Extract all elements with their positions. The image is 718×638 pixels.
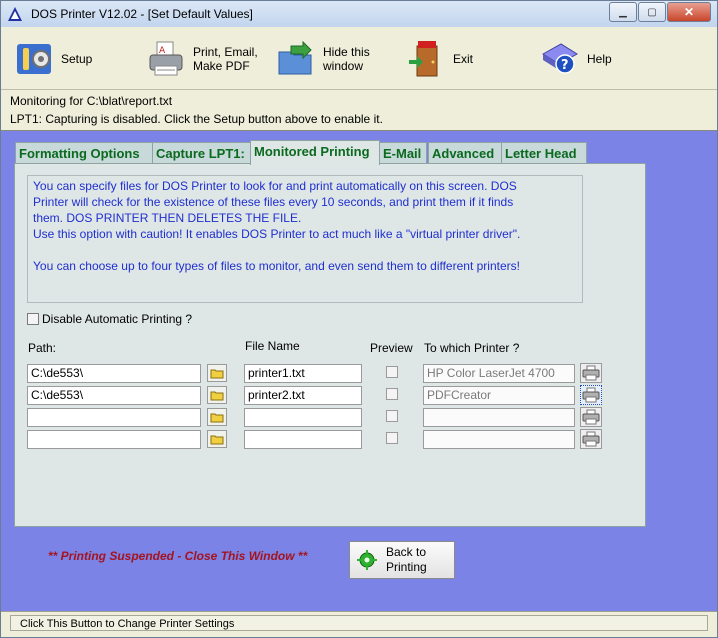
monitored-printing-panel: You can specify files for DOS Printer to… [14,163,646,527]
close-button[interactable]: ✕ [667,2,711,22]
minimize-icon: ▁ [619,6,627,18]
tab-monitored-printing[interactable]: Monitored Printing [250,140,380,165]
printer-select-1[interactable]: HP Color LaserJet 4700 [423,364,575,383]
filename-input-3[interactable] [244,408,362,427]
path-column-label: Path: [28,341,57,355]
disable-auto-printing-checkbox[interactable] [27,313,39,325]
svg-text:?: ? [561,58,569,73]
path-input-1[interactable]: C:\de553\ [27,364,201,383]
printer-column-label: To which Printer ? [424,341,520,355]
exit-label: Exit [453,52,474,66]
printer-icon [582,387,600,403]
print-label-line2: Make PDF [193,59,250,73]
printer-select-2[interactable]: PDFCreator [423,386,575,405]
title-bar[interactable]: DOS Printer V12.02 - [Set Default Values… [1,1,717,27]
path-input-4[interactable] [27,430,201,449]
tab-advanced[interactable]: Advanced [428,142,504,164]
close-icon: ✕ [683,5,695,19]
maximize-button[interactable]: ▢ [638,2,666,22]
folder-arrow-icon [278,40,312,75]
back-to-printing-button[interactable]: Back to Printing [349,541,455,579]
disable-auto-printing-label: Disable Automatic Printing ? [42,312,193,326]
printer-icon [582,431,600,447]
preview-checkbox-2[interactable] [386,388,398,400]
info-line-4: Use this option with caution! It enables… [33,227,521,241]
printing-suspended-notice: ** Printing Suspended - Close This Windo… [48,549,308,563]
filename-column-label: File Name [245,339,300,353]
print-label-line1: Print, Email, [193,45,258,59]
printer-select-4[interactable] [423,430,575,449]
path-input-3[interactable] [27,408,201,427]
help-book-icon: ? [542,43,578,74]
disable-auto-printing-row[interactable]: Disable Automatic Printing ? [27,312,192,326]
tab-email[interactable]: E-Mail [379,142,427,164]
folder-icon [210,369,224,379]
tab-letter-head[interactable]: Letter Head [501,142,587,164]
help-label: Help [587,52,612,66]
folder-icon [210,391,224,401]
exit-button[interactable]: Exit [407,37,473,81]
printer-pdf-icon: A [149,41,183,76]
back-label-line1: Back to [386,545,427,559]
filename-input-4[interactable] [244,430,362,449]
setup-button[interactable]: Setup [15,37,92,81]
preview-checkbox-1[interactable] [386,366,398,378]
preview-column-label: Preview [370,341,413,355]
tab-formatting-options[interactable]: Formatting Options [15,142,153,164]
browse-folder-button-2[interactable] [207,386,227,404]
hide-label-line1: Hide this [323,45,370,59]
status-area: Monitoring for C:\blat\report.txt LPT1: … [1,90,717,131]
browse-folder-button-3[interactable] [207,408,227,426]
choose-printer-button-2[interactable] [580,385,602,405]
exit-door-icon [409,41,438,77]
choose-printer-button-4[interactable] [580,429,602,449]
help-button[interactable]: ? Help [541,37,612,81]
preview-checkbox-4[interactable] [386,432,398,444]
info-line-3: them. DOS PRINTER THEN DELETES THE FILE. [33,211,302,225]
browse-folder-button-4[interactable] [207,430,227,448]
printer-select-3[interactable] [423,408,575,427]
printer-icon [582,409,600,425]
hide-label-line2: window [323,59,364,73]
folder-icon [210,413,224,423]
app-logo-icon [8,7,22,21]
back-label-line2: Printing [386,560,427,574]
info-line-5: You can choose up to four types of files… [33,259,520,273]
preview-checkbox-3[interactable] [386,410,398,422]
info-line-2: Printer will check for the existence of … [33,195,514,209]
print-email-pdf-button[interactable]: A Print, Email, Make PDF [147,37,258,81]
filename-input-1[interactable]: printer1.txt [244,364,362,383]
toolbar: Setup A Print, Email, Make PDF Hide this [1,27,717,90]
browse-folder-button-1[interactable] [207,364,227,382]
printer-icon [582,365,600,381]
choose-printer-button-3[interactable] [580,407,602,427]
minimize-button[interactable]: ▁ [609,2,637,22]
info-box: You can specify files for DOS Printer to… [27,175,583,303]
filename-input-2[interactable]: printer2.txt [244,386,362,405]
monitoring-status: Monitoring for C:\blat\report.txt [10,94,173,108]
choose-printer-button-1[interactable] [580,363,602,383]
maximize-icon: ▢ [647,6,657,18]
lpt1-status: LPT1: Capturing is disabled. Click the S… [10,112,383,126]
tab-capture-lpt1[interactable]: Capture LPT1: [152,142,252,164]
green-gear-icon [357,550,377,570]
folder-icon [210,435,224,445]
status-bar: Click This Button to Change Printer Sett… [1,611,717,637]
status-bar-text: Click This Button to Change Printer Sett… [10,615,708,631]
app-window: DOS Printer V12.02 - [Set Default Values… [0,0,718,638]
info-line-1: You can specify files for DOS Printer to… [33,179,517,193]
wrench-gear-icon [17,44,51,74]
setup-label: Setup [61,52,93,66]
hide-window-button[interactable]: Hide this window [277,37,370,81]
window-title: DOS Printer V12.02 - [Set Default Values… [31,7,253,21]
path-input-2[interactable]: C:\de553\ [27,386,201,405]
